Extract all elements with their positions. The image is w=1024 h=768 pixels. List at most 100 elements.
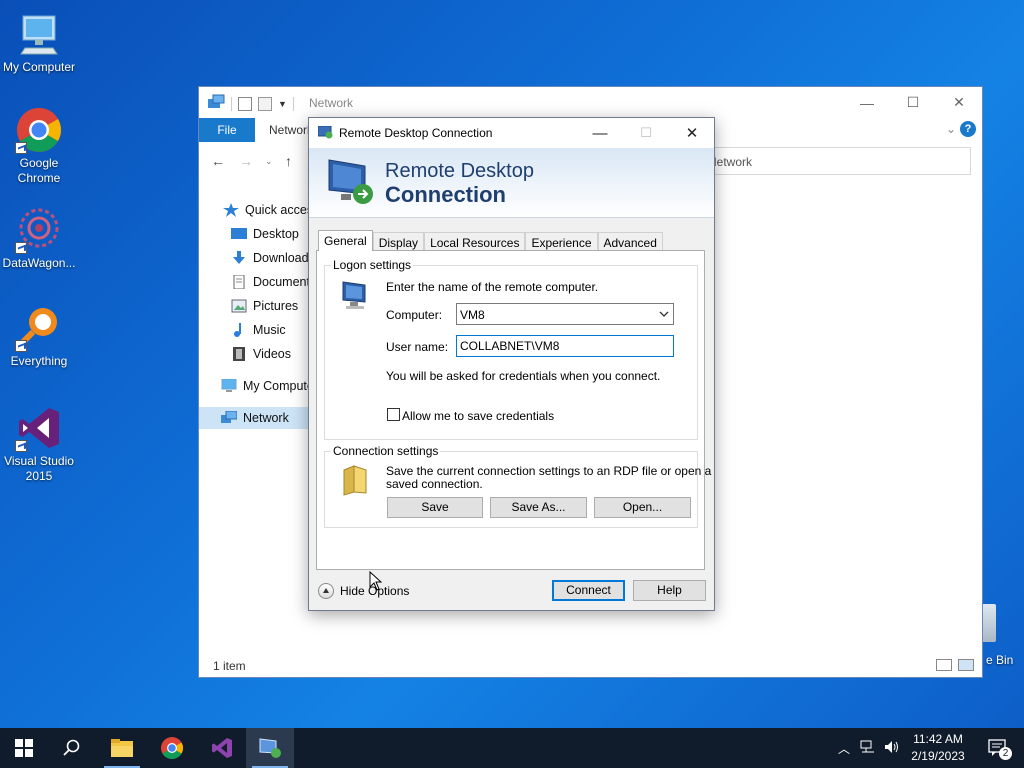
- up-arrow-icon[interactable]: ↑: [285, 153, 292, 169]
- tab-display[interactable]: Display: [372, 232, 425, 251]
- clock-date: 2/19/2023: [911, 749, 965, 763]
- search-icon: [63, 739, 80, 756]
- save-credentials-checkbox[interactable]: [387, 408, 400, 421]
- desktop-icon-datawagon[interactable]: DataWagon...: [0, 206, 78, 271]
- recycle-bin-label: e Bin: [986, 653, 1014, 667]
- save-as-button[interactable]: Save As...: [490, 497, 587, 518]
- forward-arrow-icon[interactable]: →: [239, 153, 253, 169]
- rdp-app-icon: [317, 125, 333, 139]
- close-button[interactable]: ✕: [936, 87, 982, 118]
- tab-advanced[interactable]: Advanced: [597, 232, 663, 251]
- rdp-title-bar[interactable]: Remote Desktop Connection — ☐ ✕: [309, 118, 714, 148]
- music-icon: [231, 323, 247, 337]
- rdp-maximize-button[interactable]: ☐: [623, 118, 669, 148]
- back-arrow-icon[interactable]: ←: [211, 153, 225, 169]
- chevron-down-icon[interactable]: [659, 308, 669, 318]
- remote-desktop-connection-dialog[interactable]: Remote Desktop Connection — ☐ ✕ Remote D…: [308, 117, 715, 611]
- expand-ribbon-icon[interactable]: ⌄: [946, 122, 956, 136]
- rdp-minimize-button[interactable]: —: [577, 118, 623, 148]
- desktop-icon-google-chrome[interactable]: Google Chrome: [0, 106, 78, 186]
- desktop-icon-label: Visual Studio 2015: [4, 454, 74, 483]
- shortcut-arrow-icon: [15, 440, 27, 452]
- start-button[interactable]: [0, 728, 48, 768]
- username-label: User name:: [386, 340, 449, 354]
- desktop-icon-my-computer[interactable]: My Computer: [0, 10, 78, 75]
- banner-title-line2: Connection: [385, 182, 506, 207]
- taskbar-chrome[interactable]: [148, 728, 196, 768]
- logon-settings-label: Logon settings: [331, 258, 414, 272]
- shortcut-arrow-icon: [15, 242, 27, 254]
- tab-general[interactable]: General: [318, 230, 373, 251]
- desktop-icon-visual-studio[interactable]: Visual Studio 2015: [0, 404, 78, 484]
- maximize-button[interactable]: ☐: [890, 87, 936, 118]
- taskbar-clock[interactable]: 11:42 AM 2/19/2023: [908, 731, 968, 765]
- taskbar-remote-desktop[interactable]: [246, 728, 294, 768]
- credentials-note: You will be asked for credentials when y…: [386, 369, 661, 383]
- username-value: COLLABNET\VM8: [460, 339, 560, 353]
- properties-icon[interactable]: [238, 96, 252, 111]
- save-button[interactable]: Save: [387, 497, 483, 518]
- nav-item-documents[interactable]: Documents: [199, 271, 309, 293]
- nav-item-my-computer[interactable]: My Computer: [199, 375, 309, 397]
- rdp-tabs: General Display Local Resources Experien…: [318, 230, 663, 251]
- desktop-icon-everything[interactable]: Everything: [0, 304, 78, 369]
- nav-item-desktop[interactable]: Desktop: [199, 223, 309, 245]
- shortcut-arrow-icon: [15, 340, 27, 352]
- search-button[interactable]: [48, 728, 96, 768]
- computer-combobox[interactable]: VM8: [456, 303, 674, 325]
- connect-button[interactable]: Connect: [552, 580, 625, 601]
- open-button[interactable]: Open...: [594, 497, 691, 518]
- rdp-close-button[interactable]: ✕: [669, 118, 715, 148]
- taskbar-file-explorer[interactable]: [98, 728, 146, 768]
- network-status-icon[interactable]: [860, 740, 876, 757]
- nav-item-downloads[interactable]: Downloads: [199, 247, 309, 269]
- hide-options-toggle[interactable]: Hide Options: [318, 583, 409, 599]
- tab-experience[interactable]: Experience: [525, 232, 598, 251]
- details-view-icon[interactable]: [936, 659, 952, 671]
- banner-title-line1: Remote Desktop: [385, 160, 534, 182]
- minimize-button[interactable]: —: [844, 87, 890, 118]
- nav-item-quick-access[interactable]: Quick access: [199, 199, 309, 221]
- nav-item-network[interactable]: Network: [199, 407, 309, 429]
- new-folder-icon[interactable]: [258, 96, 272, 111]
- tab-local-resources[interactable]: Local Resources: [424, 232, 526, 251]
- volume-icon[interactable]: [884, 740, 900, 757]
- network-icon: [221, 410, 238, 425]
- large-icons-view-icon[interactable]: [958, 659, 974, 671]
- chrome-icon: [161, 737, 183, 759]
- visual-studio-icon: [212, 738, 232, 758]
- help-icon[interactable]: ?: [960, 121, 976, 137]
- rdp-window-title: Remote Desktop Connection: [339, 126, 493, 140]
- desktop-icon-label: Google Chrome: [17, 156, 61, 185]
- notification-count-badge: 2: [999, 747, 1012, 760]
- taskbar-visual-studio[interactable]: [198, 728, 246, 768]
- folder-icon: [111, 739, 133, 757]
- connection-text-line2: saved connection.: [386, 477, 483, 491]
- computer-label: Computer:: [386, 308, 443, 322]
- show-hidden-icons-icon[interactable]: ︿: [838, 740, 850, 757]
- nav-item-music[interactable]: Music: [199, 319, 309, 341]
- recent-locations-icon[interactable]: ⌄: [265, 156, 273, 167]
- nav-item-videos[interactable]: Videos: [199, 343, 309, 365]
- nav-item-pictures[interactable]: Pictures: [199, 295, 309, 317]
- tab-file[interactable]: File: [199, 118, 255, 142]
- desktop-icon-label: Everything: [10, 354, 68, 368]
- folder-icon: [340, 464, 370, 499]
- remote-desktop-icon: [259, 738, 281, 758]
- username-input[interactable]: COLLABNET\VM8: [456, 335, 674, 357]
- explorer-window-title: Network: [309, 96, 354, 110]
- quick-access-toolbar: ▼: [207, 94, 294, 113]
- status-item-count: 1 item: [213, 659, 246, 673]
- pictures-icon: [231, 299, 247, 313]
- computer-icon: [15, 10, 63, 58]
- customize-toolbar-icon[interactable]: ▼: [278, 99, 287, 109]
- search-network-box[interactable]: Network: [699, 147, 971, 175]
- help-button[interactable]: Help: [633, 580, 706, 601]
- view-switcher: [936, 659, 974, 671]
- explorer-title-bar[interactable]: ▼ Network — ☐ ✕: [199, 87, 982, 118]
- desktop-icon-label: My Computer: [2, 60, 76, 74]
- tab-network[interactable]: Network: [269, 123, 313, 137]
- save-credentials-label: Allow me to save credentials: [402, 409, 555, 423]
- action-center-button[interactable]: 2: [988, 738, 1012, 760]
- star-icon: [223, 203, 239, 217]
